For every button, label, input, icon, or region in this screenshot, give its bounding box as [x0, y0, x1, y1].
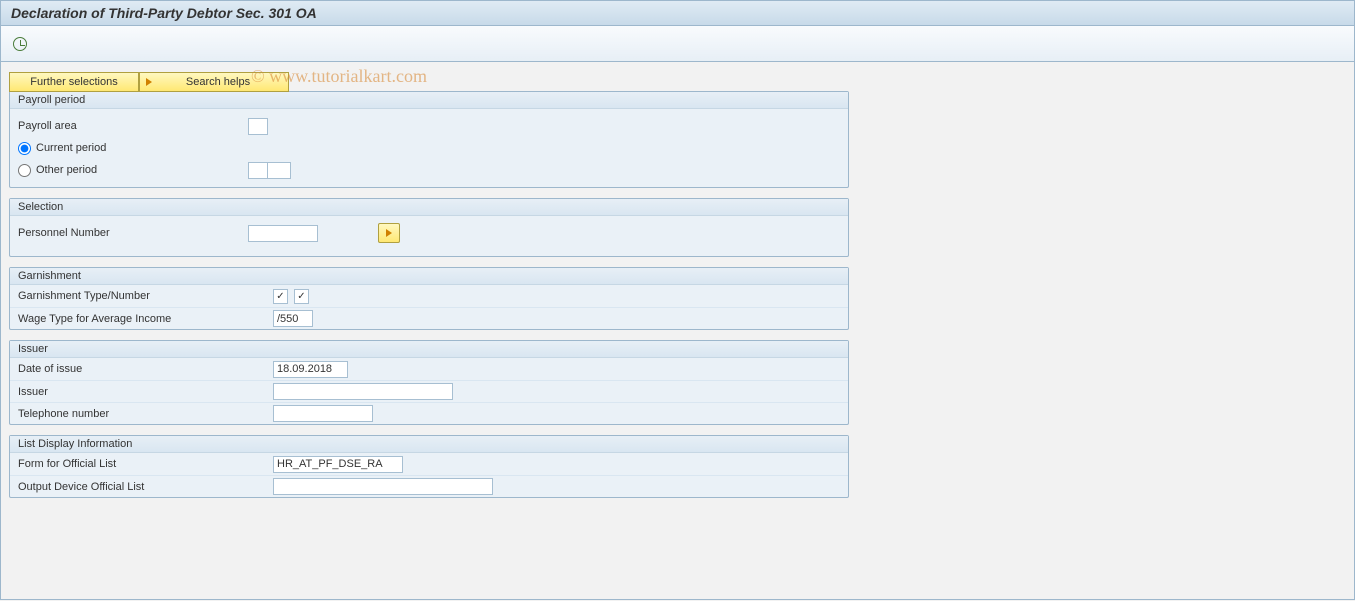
other-period-radio[interactable]: [18, 164, 31, 177]
group-title: Issuer: [10, 341, 848, 358]
multiple-selection-button[interactable]: [378, 223, 400, 243]
issuer-input[interactable]: [273, 383, 453, 400]
arrow-right-icon: [146, 78, 152, 86]
group-title: Payroll period: [10, 92, 848, 109]
selection-group: Selection Personnel Number: [9, 198, 849, 257]
form-official-list-input[interactable]: [273, 456, 403, 473]
other-period-label: Other period: [36, 164, 97, 176]
garnishment-type-check2[interactable]: ✓: [294, 289, 309, 304]
other-period-input1[interactable]: [248, 162, 268, 179]
garnishment-group: Garnishment Garnishment Type/Number ✓ ✓ …: [9, 267, 849, 330]
group-title: List Display Information: [10, 436, 848, 453]
current-period-radio[interactable]: [18, 142, 31, 155]
garnishment-type-check1[interactable]: ✓: [273, 289, 288, 304]
payroll-area-label: Payroll area: [18, 120, 248, 132]
button-label: Search helps: [158, 76, 278, 88]
output-device-label: Output Device Official List: [18, 481, 273, 493]
issuer-label: Issuer: [18, 386, 273, 398]
personnel-number-input[interactable]: [248, 225, 318, 242]
date-of-issue-label: Date of issue: [18, 363, 273, 375]
date-of-issue-input[interactable]: [273, 361, 348, 378]
group-title: Garnishment: [10, 268, 848, 285]
output-device-input[interactable]: [273, 478, 493, 495]
clock-icon: [13, 37, 27, 51]
telephone-input[interactable]: [273, 405, 373, 422]
garnishment-type-label: Garnishment Type/Number: [18, 290, 273, 302]
wage-type-input[interactable]: [273, 310, 313, 327]
wage-type-label: Wage Type for Average Income: [18, 313, 273, 325]
search-helps-button[interactable]: Search helps: [139, 72, 289, 92]
toolbar: © www.tutorialkart.com: [1, 26, 1354, 62]
payroll-area-input[interactable]: [248, 118, 268, 135]
page-title: Declaration of Third-Party Debtor Sec. 3…: [1, 1, 1354, 26]
group-title: Selection: [10, 199, 848, 216]
personnel-number-label: Personnel Number: [18, 227, 248, 239]
form-official-list-label: Form for Official List: [18, 458, 273, 470]
issuer-group: Issuer Date of issue Issuer Telephone nu…: [9, 340, 849, 425]
button-label: Further selections: [30, 76, 117, 88]
payroll-period-group: Payroll period Payroll area Current peri…: [9, 91, 849, 188]
other-period-input2[interactable]: [267, 162, 291, 179]
list-display-group: List Display Information Form for Offici…: [9, 435, 849, 498]
telephone-label: Telephone number: [18, 408, 273, 420]
execute-button[interactable]: [9, 33, 31, 55]
further-selections-button[interactable]: Further selections: [9, 72, 139, 92]
current-period-label: Current period: [36, 142, 106, 154]
arrow-right-icon: [386, 229, 392, 237]
